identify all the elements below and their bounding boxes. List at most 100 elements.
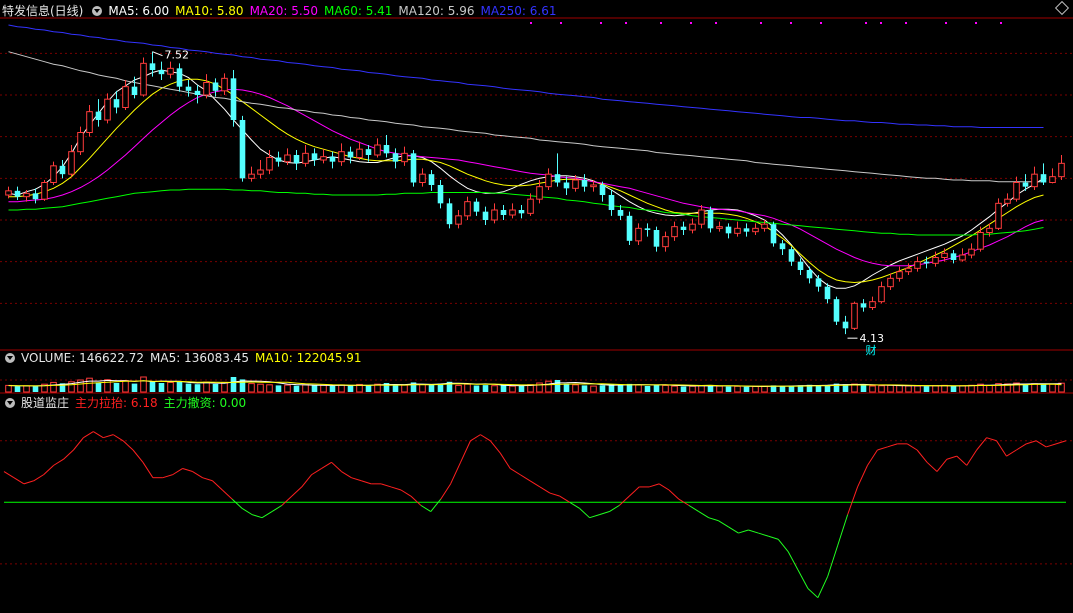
candle-body <box>608 195 615 210</box>
volume-bar <box>14 386 21 392</box>
volume-bar <box>266 384 273 393</box>
indicator-line-segment <box>857 465 868 488</box>
volume-bar <box>644 386 651 392</box>
candle <box>1004 193 1011 207</box>
volume-menu-icon[interactable] <box>5 353 15 363</box>
indicator-line-segment <box>331 461 342 472</box>
candle <box>887 273 894 290</box>
candle-body <box>338 151 345 163</box>
indicator-line-segment <box>489 440 501 454</box>
menu-toggle-icon[interactable] <box>92 6 103 16</box>
volume-bar <box>869 385 876 393</box>
indicator-line-segment <box>73 437 84 451</box>
signal-dot <box>690 22 692 24</box>
indicator-line-segment <box>23 480 34 485</box>
candle <box>716 221 723 232</box>
volume-bar <box>923 386 930 392</box>
candle-body <box>941 252 948 258</box>
indicator-line-segment <box>887 443 898 448</box>
candle <box>140 57 147 97</box>
volume-bar <box>167 381 174 393</box>
indicator-line-segment <box>83 431 94 439</box>
candle <box>275 151 282 167</box>
indicator-line-segment <box>619 495 630 506</box>
indicator-line-segment <box>460 440 471 463</box>
ma-line-ma250 <box>8 24 1044 128</box>
candle <box>302 145 309 167</box>
volume-bar <box>86 377 93 393</box>
indicator-line-segment <box>241 508 253 516</box>
indicator-line-segment <box>768 535 779 540</box>
indicator-withdraw-value: 主力撤资: 0.00 <box>163 396 247 410</box>
candle <box>905 263 912 275</box>
indicator-line-segment <box>361 480 372 485</box>
indicator-line-segment <box>748 529 759 534</box>
candle-body <box>599 185 606 195</box>
volume-bar <box>500 385 507 392</box>
candle-body <box>1031 173 1038 188</box>
indicator-line-segment <box>122 440 134 451</box>
indicator-line-segment <box>112 434 124 442</box>
volume-bar <box>95 382 102 392</box>
candle <box>896 266 903 282</box>
candle <box>329 151 336 169</box>
candle-body <box>32 193 39 200</box>
volume-bar <box>149 381 156 392</box>
indicator-line-segment <box>103 434 114 439</box>
candle-body <box>833 299 840 322</box>
candle-body <box>950 253 957 260</box>
candle <box>1031 166 1038 190</box>
grid-lines <box>0 17 1073 565</box>
candle <box>959 248 966 262</box>
indicator-line-segment <box>827 545 839 577</box>
candle-body <box>815 278 822 287</box>
ma5-value: MA5: 6.00 <box>108 4 170 18</box>
indicator-menu-icon[interactable] <box>5 398 15 408</box>
signal-dot <box>790 22 792 24</box>
indicator-line-segment <box>13 477 25 485</box>
candle-body <box>896 271 903 279</box>
volume-bar <box>653 384 660 392</box>
candle-body <box>23 192 30 198</box>
candle-body <box>401 152 408 163</box>
candle <box>455 210 462 229</box>
candle-body <box>365 149 372 155</box>
candle <box>1013 176 1020 202</box>
indicator-line-segment <box>351 477 362 482</box>
candle-body <box>590 184 597 188</box>
volume-bar <box>725 386 732 392</box>
candle <box>725 223 732 239</box>
candle-body <box>977 232 984 250</box>
high-price-label: 7.52 <box>165 49 190 62</box>
volume-bar <box>671 385 678 393</box>
volume-bar <box>716 385 723 393</box>
indicator-line-segment <box>906 443 918 451</box>
candle-body <box>356 148 363 159</box>
volume-bar <box>689 385 696 393</box>
candle-body <box>824 286 831 300</box>
volume-ma5-value: MA5: 136083.45 <box>150 351 249 365</box>
candle-body <box>95 111 102 120</box>
volume-bar <box>221 381 228 393</box>
candle-body <box>779 243 786 250</box>
volume-bar <box>428 384 435 392</box>
indicator-line-segment <box>539 486 551 494</box>
candle-body <box>1022 182 1029 187</box>
volume-bar <box>23 385 30 393</box>
volume-bar <box>761 385 768 393</box>
candle-body <box>1040 174 1047 183</box>
price-header: 特发信息(日线) MA5: 6.00 MA10: 5.80 MA20: 5.50… <box>2 2 563 20</box>
candle <box>869 296 876 310</box>
indicator-line-segment <box>261 511 273 519</box>
candle <box>878 281 885 304</box>
volume-bar <box>230 377 237 392</box>
candle-body <box>662 236 669 248</box>
candle-body <box>86 111 93 133</box>
volume-bar <box>590 385 597 393</box>
indicator-line-segment <box>787 551 799 571</box>
indicator-line-segment <box>231 498 243 509</box>
volume-bar <box>473 385 480 392</box>
indicator-line-segment <box>202 477 213 482</box>
volume-bar <box>635 384 642 393</box>
volume-bar <box>581 385 588 392</box>
